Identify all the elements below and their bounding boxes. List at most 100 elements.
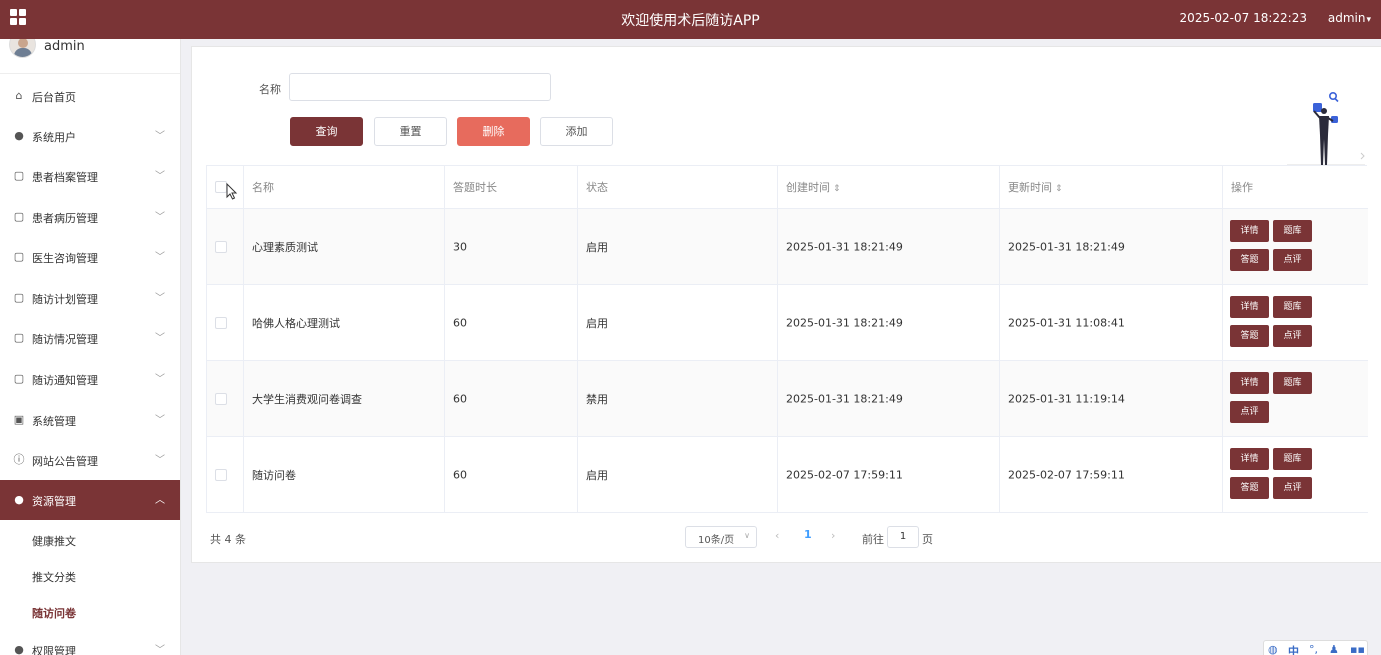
cell-created: 2025-01-31 18:21:49: [778, 209, 1000, 284]
detail-button[interactable]: 详情: [1230, 372, 1269, 394]
mouse-cursor-icon: [226, 183, 238, 200]
review-button[interactable]: 点评: [1273, 477, 1312, 499]
sidebar-item-announcements[interactable]: ⓘ 网站公告管理 ﹀: [0, 440, 180, 480]
user-icon: ●: [14, 643, 24, 655]
page-suffix-label: 页: [922, 533, 933, 546]
column-header-duration: 答题时长: [445, 166, 578, 208]
question-bank-button[interactable]: 题库: [1273, 296, 1312, 318]
sidebar-item-label: 系统用户: [32, 131, 76, 144]
sidebar-user: admin: [0, 39, 180, 74]
sidebar-subitem-article-category[interactable]: 推文分类: [0, 558, 180, 594]
cell-duration: 30: [445, 209, 578, 284]
ime-mode[interactable]: 中: [1288, 643, 1299, 655]
cell-name: 哈佛人格心理测试: [244, 285, 445, 360]
cell-status: 禁用: [578, 361, 778, 436]
question-bank-button[interactable]: 题库: [1273, 220, 1312, 242]
prev-page-icon[interactable]: ‹: [775, 529, 779, 542]
sidebar-item-medical-history[interactable]: ▢ 患者病历管理 ﹀: [0, 197, 180, 237]
column-header-created[interactable]: 创建时间 ⇕: [778, 166, 1000, 208]
row-checkbox-cell: [207, 285, 244, 360]
sidebar-item-label: 后台首页: [32, 91, 76, 104]
cell-status: 启用: [578, 437, 778, 512]
sort-icon[interactable]: ⇕: [1055, 184, 1063, 194]
review-button[interactable]: 点评: [1273, 325, 1312, 347]
sidebar-item-resources[interactable]: ● 资源管理 ︿: [0, 480, 180, 520]
row-checkbox[interactable]: [215, 392, 227, 405]
row-checkbox-cell: [207, 361, 244, 436]
question-bank-button[interactable]: 题库: [1273, 448, 1312, 470]
sort-icon[interactable]: ⇕: [833, 184, 841, 194]
row-checkbox-cell: [207, 209, 244, 284]
table-row: 哈佛人格心理测试 60 启用 2025-01-31 18:21:49 2025-…: [207, 285, 1368, 361]
page-size-select[interactable]: 10条/页 ∨: [685, 526, 757, 548]
sidebar-user-name: admin: [44, 39, 85, 54]
add-button[interactable]: 添加: [540, 117, 613, 146]
column-header-name: 名称: [244, 166, 445, 208]
pagination-total: 共 4 条: [210, 533, 246, 546]
chevron-down-icon: ﹀: [155, 415, 165, 426]
user-dropdown[interactable]: admin▾: [1328, 11, 1371, 25]
app-title: 欢迎使用术后随访APP: [621, 13, 760, 29]
answer-button[interactable]: 答题: [1230, 249, 1269, 271]
cell-created: 2025-01-31 18:21:49: [778, 285, 1000, 360]
cell-updated: 2025-01-31 11:19:14: [1000, 361, 1223, 436]
menu-grid-icon[interactable]: [10, 9, 28, 27]
review-button[interactable]: 点评: [1230, 401, 1269, 423]
sidebar-item-permissions[interactable]: ● 权限管理 ﹀: [0, 630, 180, 655]
reset-button[interactable]: 重置: [374, 117, 447, 146]
query-button[interactable]: 查询: [290, 117, 363, 146]
username: admin: [1327, 11, 1366, 25]
sidebar-subitem-label: 随访问卷: [32, 607, 76, 620]
ime-grid-icon[interactable]: ▪▪: [1350, 643, 1365, 655]
row-checkbox[interactable]: [215, 468, 227, 481]
clipboard-icon: ▢: [13, 210, 25, 223]
picture-icon: ▣: [13, 413, 25, 426]
goto-page-input[interactable]: 1: [887, 526, 919, 548]
column-header-updated[interactable]: 更新时间 ⇕: [1000, 166, 1223, 208]
chevron-down-icon: ﹀: [155, 374, 165, 385]
question-bank-button[interactable]: 题库: [1273, 372, 1312, 394]
name-search-input[interactable]: [289, 73, 551, 101]
sidebar-item-system-admin[interactable]: ▣ 系统管理 ﹀: [0, 400, 180, 440]
current-page-number[interactable]: 1: [804, 528, 812, 541]
sidebar-item-label: 系统管理: [32, 415, 76, 428]
ime-punctuation-icon[interactable]: °,: [1309, 643, 1318, 655]
cell-status: 启用: [578, 285, 778, 360]
cell-updated: 2025-02-07 17:59:11: [1000, 437, 1223, 512]
answer-button[interactable]: 答题: [1230, 477, 1269, 499]
sidebar-item-label: 患者档案管理: [32, 171, 98, 184]
sidebar-item-label: 随访通知管理: [32, 374, 98, 387]
microphone-icon[interactable]: ♟: [1329, 643, 1339, 655]
sidebar-item-label: 网站公告管理: [32, 455, 98, 468]
sidebar: admin ⌂ 后台首页 ● 系统用户 ﹀ ▢ 患者档案管理 ﹀ ▢ 患者病历管…: [0, 39, 181, 655]
chevron-down-icon: ﹀: [155, 333, 165, 344]
review-button[interactable]: 点评: [1273, 249, 1312, 271]
delete-button[interactable]: 删除: [457, 117, 530, 146]
sidebar-subitem-questionnaire[interactable]: 随访问卷: [0, 594, 180, 630]
sidebar-item-followup-plan[interactable]: ▢ 随访计划管理 ﹀: [0, 278, 180, 318]
row-checkbox[interactable]: [215, 316, 227, 329]
sidebar-subitem-health-articles[interactable]: 健康推文: [0, 522, 180, 558]
sidebar-item-doctor-consult[interactable]: ▢ 医生咨询管理 ﹀: [0, 237, 180, 277]
sidebar-item-followup-status[interactable]: ▢ 随访情况管理 ﹀: [0, 318, 180, 358]
detail-button[interactable]: 详情: [1230, 448, 1269, 470]
cell-created: 2025-01-31 18:21:49: [778, 361, 1000, 436]
chevron-down-icon: ﹀: [155, 252, 165, 263]
cell-name: 心理素质测试: [244, 209, 445, 284]
detail-button[interactable]: 详情: [1230, 220, 1269, 242]
search-label: 名称: [259, 83, 281, 96]
goto-label: 前往: [862, 533, 884, 546]
answer-button[interactable]: 答题: [1230, 325, 1269, 347]
sidebar-item-home[interactable]: ⌂ 后台首页: [0, 76, 180, 116]
sidebar-item-followup-notice[interactable]: ▢ 随访通知管理 ﹀: [0, 359, 180, 399]
location-icon: ●: [14, 493, 24, 506]
sidebar-item-system-users[interactable]: ● 系统用户 ﹀: [0, 116, 180, 156]
chevron-down-icon: ﹀: [155, 131, 165, 142]
table-row: 心理素质测试 30 启用 2025-01-31 18:21:49 2025-01…: [207, 209, 1368, 285]
sidebar-item-patient-records[interactable]: ▢ 患者档案管理 ﹀: [0, 156, 180, 196]
detail-button[interactable]: 详情: [1230, 296, 1269, 318]
row-checkbox[interactable]: [215, 240, 227, 253]
sidebar-item-label: 随访情况管理: [32, 333, 98, 346]
next-page-icon[interactable]: ›: [831, 529, 835, 542]
ime-toolbar[interactable]: ◍ 中 °, ♟ ▪▪: [1263, 640, 1368, 655]
